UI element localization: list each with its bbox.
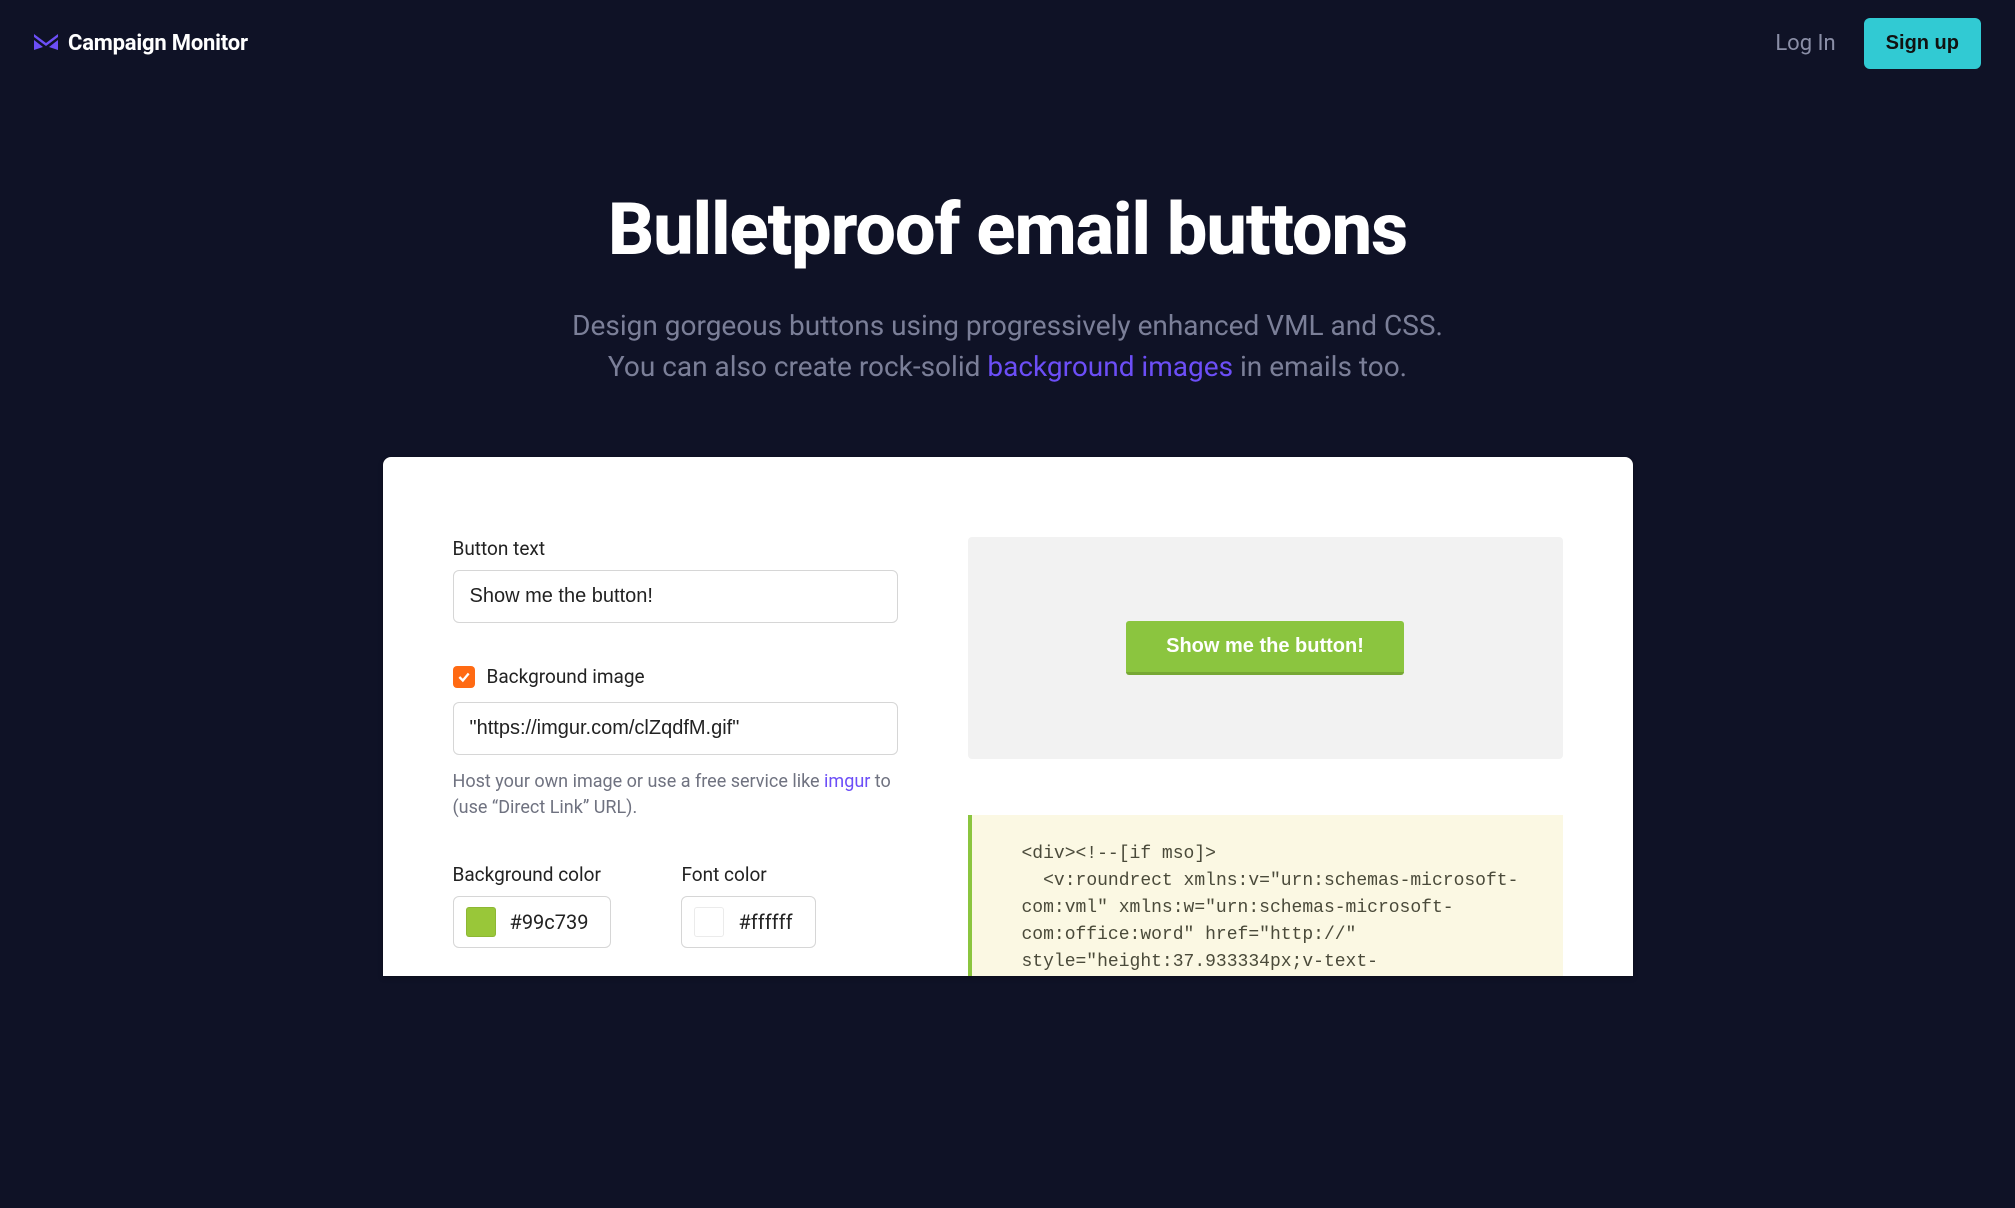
bg-image-label: Background image <box>487 665 645 688</box>
subtitle-line1: Design gorgeous buttons using progressiv… <box>572 309 1443 342</box>
check-icon <box>457 670 471 684</box>
page-subtitle: Design gorgeous buttons using progressiv… <box>40 306 1975 387</box>
bg-image-checkbox[interactable] <box>453 666 475 688</box>
bg-color-block: Background color #99c739 <box>453 863 612 948</box>
font-color-label: Font color <box>681 863 815 886</box>
color-row: Background color #99c739 Font color #fff… <box>453 863 898 948</box>
bg-image-hint: Host your own image or use a free servic… <box>453 769 898 821</box>
button-text-block: Button text <box>453 537 898 623</box>
form-column: Button text Background image Host your o… <box>453 537 898 976</box>
subtitle-line2-before: You can also create rock-solid <box>608 350 987 383</box>
imgur-link[interactable]: imgur <box>824 771 870 792</box>
signup-button[interactable]: Sign up <box>1864 18 1981 69</box>
login-link[interactable]: Log In <box>1775 31 1835 56</box>
bg-image-input[interactable] <box>453 702 898 755</box>
button-text-input[interactable] <box>453 570 898 623</box>
subtitle-line2-after: in emails too. <box>1233 350 1407 383</box>
top-bar: Campaign Monitor Log In Sign up <box>0 0 2015 87</box>
main-panel: Button text Background image Host your o… <box>383 457 1633 976</box>
bg-color-label: Background color <box>453 863 612 886</box>
bg-image-block: Background image Host your own image or … <box>453 665 898 821</box>
font-color-swatch <box>694 907 724 937</box>
preview-button[interactable]: Show me the button! <box>1126 621 1404 675</box>
bg-color-value: #99c739 <box>510 910 589 934</box>
nav-right: Log In Sign up <box>1775 18 1981 69</box>
bg-color-input[interactable]: #99c739 <box>453 896 612 948</box>
preview-area: Show me the button! <box>968 537 1563 759</box>
page-title: Bulletproof email buttons <box>40 187 1975 272</box>
hint-before: Host your own image or use a free servic… <box>453 771 825 792</box>
font-color-value: #ffffff <box>738 910 792 934</box>
code-output: <div><!--[if mso]> <v:roundrect xmlns:v=… <box>968 815 1563 976</box>
background-images-link[interactable]: background images <box>987 350 1233 383</box>
code-snippet[interactable]: <div><!--[if mso]> <v:roundrect xmlns:v=… <box>1022 841 1537 976</box>
brand[interactable]: Campaign Monitor <box>34 31 248 56</box>
bg-image-check-row: Background image <box>453 665 898 688</box>
preview-column: Show me the button! <div><!--[if mso]> <… <box>968 537 1563 976</box>
font-color-input[interactable]: #ffffff <box>681 896 815 948</box>
button-text-label: Button text <box>453 537 898 560</box>
brand-name: Campaign Monitor <box>68 31 248 56</box>
brand-logo-icon <box>34 34 58 54</box>
hero: Bulletproof email buttons Design gorgeou… <box>0 87 2015 457</box>
font-color-block: Font color #ffffff <box>681 863 815 948</box>
bg-color-swatch <box>466 907 496 937</box>
